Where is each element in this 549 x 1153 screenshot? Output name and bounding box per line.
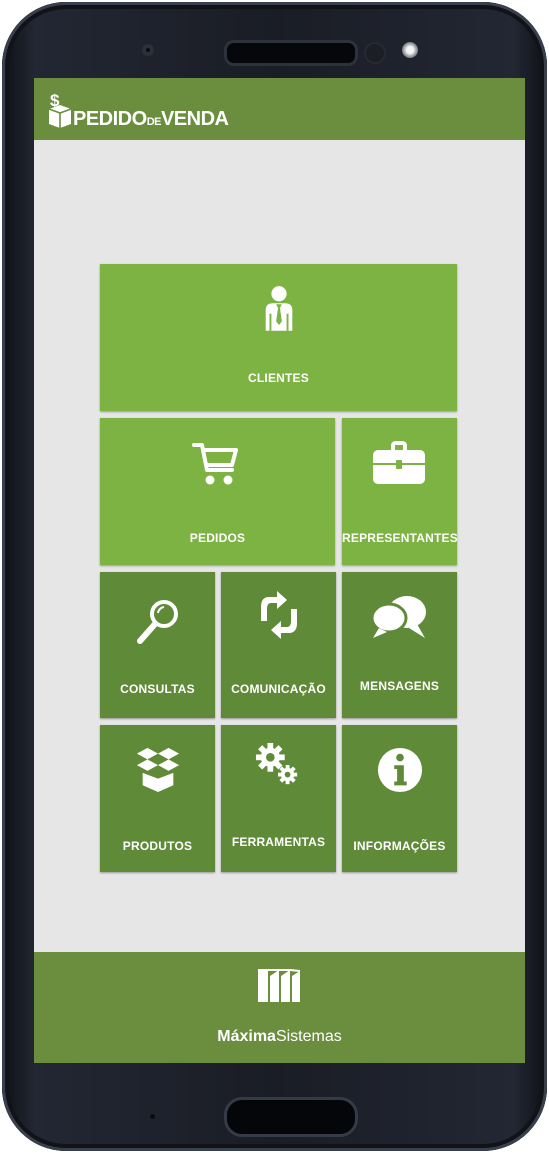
microphone [150, 1114, 155, 1119]
earpiece [224, 40, 358, 66]
app-title-part1: PEDIDO [73, 108, 147, 130]
produtos-tile[interactable]: PRODUTOS [100, 725, 215, 872]
app-header: $ PEDIDODEVENDA [34, 78, 525, 140]
shopping-cart-icon [192, 443, 238, 485]
app-title: PEDIDODEVENDA [73, 108, 229, 131]
informacoes-label: INFORMAÇÕES [353, 839, 446, 853]
maxima-logo-icon [258, 969, 301, 1002]
front-sensor [364, 42, 386, 64]
briefcase-icon [373, 441, 425, 484]
app-title-part3: VENDA [160, 108, 229, 130]
ferramentas-tile[interactable]: FERRAMENTAS [221, 725, 336, 872]
clientes-label: CLIENTES [248, 371, 309, 385]
informacoes-tile[interactable]: INFORMAÇÕES [342, 725, 457, 872]
representantes-label: REPRESENTANTES [342, 531, 458, 545]
info-icon [377, 747, 423, 793]
magnifier-icon [137, 600, 178, 644]
company-name-bold: Máxima [217, 1028, 276, 1045]
client-person-icon [265, 286, 293, 331]
company-name-regular: Sistemas [275, 1028, 342, 1045]
main-menu-grid: CLIENTES PEDIDOS REPRESENTANTES CONSULTA… [100, 264, 458, 875]
comunicacao-label: COMUNICAÇÃO [231, 682, 326, 696]
representantes-tile[interactable]: REPRESENTANTES [342, 418, 458, 565]
consultas-label: CONSULTAS [120, 682, 195, 696]
app-screen: $ PEDIDODEVENDA CLIENTES PEDIDOS REPRESE… [34, 78, 525, 1063]
home-button[interactable] [224, 1097, 358, 1137]
comunicacao-tile[interactable]: COMUNICAÇÃO [221, 572, 336, 718]
open-box-icon [136, 747, 180, 792]
dollar-box-icon: $ [48, 91, 72, 128]
front-camera [402, 42, 418, 58]
pedidos-label: PEDIDOS [189, 531, 246, 545]
chat-bubbles-icon [370, 596, 426, 638]
clientes-tile[interactable]: CLIENTES [100, 264, 457, 411]
sync-arrows-icon [261, 591, 297, 639]
app-footer: MáximaSistemas [34, 952, 525, 1063]
app-title-part2: DE [146, 116, 162, 128]
gears-icon [255, 742, 298, 785]
mensagens-label: MENSAGENS [359, 679, 440, 693]
mensagens-tile[interactable]: MENSAGENS [342, 572, 457, 718]
produtos-label: PRODUTOS [122, 839, 193, 853]
ferramentas-label: FERRAMENTAS [231, 835, 326, 849]
pedidos-tile[interactable]: PEDIDOS [100, 418, 335, 565]
consultas-tile[interactable]: CONSULTAS [100, 572, 215, 718]
proximity-sensor [142, 44, 154, 56]
company-name: MáximaSistemas [34, 1028, 525, 1046]
